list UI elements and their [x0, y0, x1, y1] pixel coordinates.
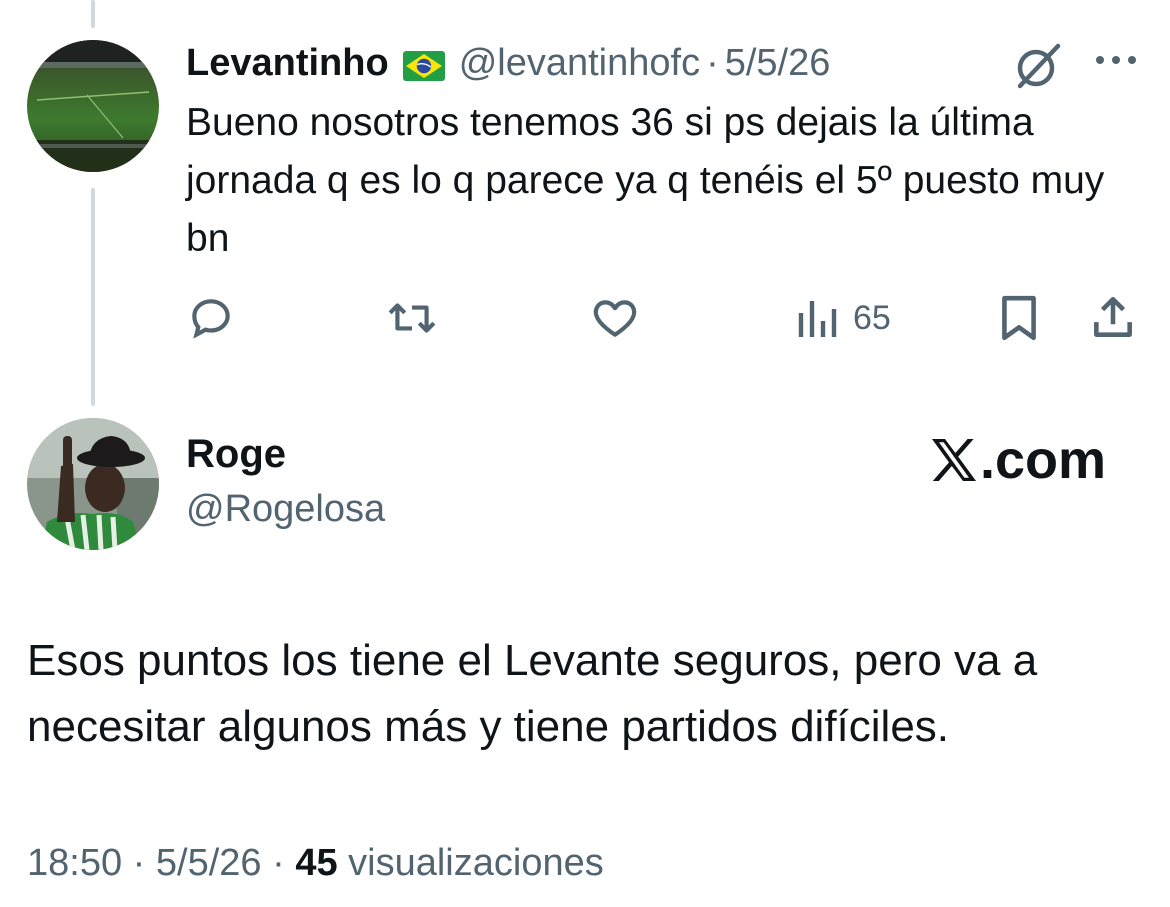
like-button[interactable]: [589, 290, 641, 346]
views-button[interactable]: 65: [795, 290, 891, 346]
handle[interactable]: @levantinhofc: [459, 42, 700, 85]
avatar-levantinho[interactable]: [27, 40, 159, 172]
retweet-icon: [388, 303, 436, 333]
watermark-text: .com: [980, 430, 1107, 490]
share-button[interactable]: [1088, 290, 1138, 346]
xcom-watermark: .com: [930, 430, 1106, 490]
parent-tweet-header: Levantinho @levantinhofc · 5/5/26: [186, 38, 830, 88]
separator: ·: [272, 842, 285, 884]
tweet-time[interactable]: 18:50: [27, 842, 122, 884]
reply-button[interactable]: [186, 290, 236, 346]
more-icon[interactable]: [1092, 50, 1140, 70]
main-tweet-text: Esos puntos los tiene el Levante seguros…: [27, 636, 1038, 751]
separator: ·: [132, 842, 146, 884]
brazil-flag-icon: [402, 48, 445, 81]
share-icon: [1094, 296, 1132, 337]
tweet-date[interactable]: 5/5/26: [156, 842, 262, 884]
views-count: 45: [295, 842, 338, 884]
views-count: 65: [853, 298, 891, 337]
retweet-button[interactable]: [384, 290, 440, 346]
views-icon: [798, 301, 837, 337]
bookmark-icon: [1002, 295, 1036, 341]
avatar-roge[interactable]: [27, 418, 159, 550]
tweet-actions: 65: [0, 290, 1170, 346]
reply-icon: [192, 299, 230, 339]
bookmark-button[interactable]: [996, 290, 1042, 346]
separator: ·: [706, 41, 719, 84]
x-logo-icon: [932, 439, 976, 481]
grok-icon[interactable]: [1012, 40, 1064, 92]
views-label: visualizaciones: [348, 842, 604, 884]
parent-tweet-text: Bueno nosotros tenemos 36 si ps dejais l…: [186, 101, 1105, 260]
display-name[interactable]: Roge: [186, 432, 286, 477]
heart-icon: [593, 300, 637, 337]
tweet-date[interactable]: 5/5/26: [725, 42, 831, 85]
display-name[interactable]: Levantinho: [186, 42, 389, 85]
tweet-meta: 18:50 · 5/5/26 · 45 visualizaciones: [27, 842, 604, 885]
tweet-page: Levantinho @levantinhofc · 5/5/26 Bueno …: [0, 0, 1170, 907]
thread-line: [91, 0, 95, 28]
handle[interactable]: @Rogelosa: [186, 488, 385, 531]
